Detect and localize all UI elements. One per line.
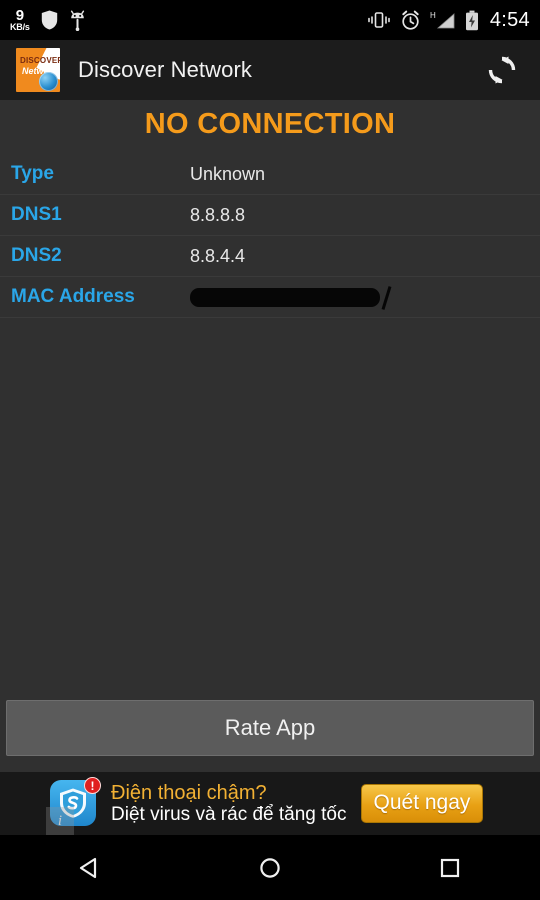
ad-text-block: Điện thoại chậm? Diệt virus và rác để tă… — [111, 782, 347, 826]
nav-recents-button[interactable] — [360, 855, 540, 881]
row-value-type: Unknown — [190, 163, 266, 184]
android-bug-icon — [70, 10, 84, 31]
status-bar-clock: 4:54 — [489, 8, 530, 31]
connection-status-headline: NO CONNECTION — [144, 107, 396, 140]
alarm-clock-icon — [402, 10, 419, 30]
app-logo-globe-icon: DISCOVER Network — [16, 48, 60, 92]
shield-icon — [41, 10, 57, 30]
ad-cta-button[interactable]: Quét ngay — [360, 784, 484, 823]
table-row: MAC Address — [0, 277, 540, 318]
table-row: DNS2 8.8.4.4 — [0, 236, 540, 277]
refresh-icon — [488, 56, 516, 84]
ad-subtext: Diệt virus và rác để tăng tốc — [111, 804, 347, 826]
table-row: DNS1 8.8.8.8 — [0, 195, 540, 236]
nav-recents-icon — [440, 858, 460, 877]
nav-back-button[interactable] — [0, 855, 180, 881]
row-label-mac-address: MAC Address — [11, 286, 135, 307]
vibrate-icon — [368, 12, 390, 28]
nav-home-button[interactable] — [180, 855, 360, 881]
rate-app-button[interactable]: Rate App — [6, 700, 534, 756]
ad-headline: Điện thoại chậm? — [111, 781, 267, 804]
row-value-dns1: 8.8.8.8 — [190, 204, 246, 225]
refresh-button[interactable] — [480, 48, 524, 92]
rate-app-container: Rate App — [0, 700, 540, 756]
phone-screen: 9 KB/s H 4:54 DISCOVER Network Discover … — [0, 0, 540, 900]
nav-back-icon — [79, 857, 97, 878]
app-bar: DISCOVER Network Discover Network — [0, 40, 540, 100]
page-title: Discover Network — [78, 57, 252, 82]
row-label-dns1: DNS1 — [11, 204, 62, 225]
status-bar-left: 9 KB/s — [10, 8, 86, 32]
nav-home-icon — [260, 857, 280, 878]
network-speed-unit: KB/s — [10, 22, 30, 32]
ad-banner[interactable]: ! Điện thoại chậm? Diệt virus và rác để … — [0, 772, 540, 835]
battery-charging-icon — [465, 10, 478, 30]
svg-text:H: H — [430, 11, 436, 20]
row-label-type: Type — [11, 163, 54, 184]
logo-line1: DISCOVER — [20, 56, 60, 65]
status-bar: 9 KB/s H 4:54 — [0, 0, 540, 40]
ad-info-icon[interactable]: i — [46, 807, 74, 835]
redacted-mac-address-value — [190, 287, 380, 307]
row-label-dns2: DNS2 — [11, 245, 62, 266]
row-value-dns2: 8.8.4.4 — [190, 245, 246, 266]
table-row: Type Unknown — [0, 154, 540, 195]
network-speed-indicator: 9 KB/s — [10, 8, 30, 32]
signal-triangle-icon: H — [430, 11, 455, 28]
ad-alert-badge: ! — [84, 776, 101, 794]
status-bar-right: H 4:54 — [367, 9, 530, 32]
network-speed-value: 9 — [15, 7, 25, 24]
globe-icon — [39, 72, 58, 91]
network-info-list: Type Unknown DNS1 8.8.8.8 DNS2 8.8.4.4 M… — [0, 154, 540, 318]
android-nav-bar — [0, 835, 540, 900]
